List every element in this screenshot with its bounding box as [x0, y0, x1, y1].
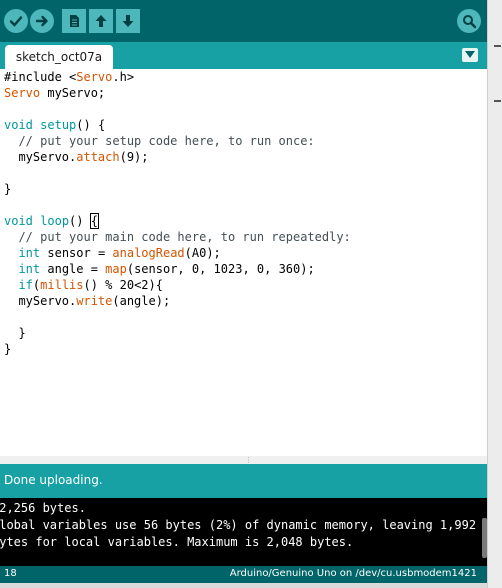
footer-bar: 18 Arduino/Genuino Uno on /dev/cu.usbmod… [0, 566, 487, 583]
code-line: int sensor = analogRead(A0); [18, 246, 221, 260]
code-editor[interactable]: #include <Servo.h> Servo myServo; void s… [0, 69, 487, 460]
console-line: 32,256 bytes. [0, 501, 86, 515]
triangle-down-icon [465, 51, 475, 58]
save-button[interactable] [116, 9, 140, 33]
new-button[interactable] [62, 9, 86, 33]
line-number: 18 [4, 568, 17, 579]
code-line: int angle = map(sensor, 0, 1023, 0, 360)… [18, 262, 315, 276]
code-line: myServo.write(angle); [4, 294, 171, 308]
toolbar [0, 0, 487, 42]
code-line: // put your main code here, to run repea… [4, 230, 351, 244]
code-line: #include <Servo.h> [4, 70, 135, 84]
tab-label: sketch_oct07a [15, 50, 103, 64]
scroll-grip-icon: ⋮ [245, 456, 252, 464]
code-line: } [4, 342, 12, 356]
tab-menu-button[interactable] [462, 48, 478, 62]
background-window-edge [487, 0, 502, 588]
background-window-edge [0, 583, 487, 588]
code-line: Servo myServo; [4, 86, 106, 100]
tab-bar: sketch_oct07a [0, 42, 487, 69]
checkmark-icon [9, 16, 23, 27]
code-line: myServo.attach(9); [4, 150, 149, 164]
editor-scrollbar[interactable]: ⋮ [0, 456, 487, 464]
code-line: void setup() { [4, 118, 106, 132]
code-line: if(millis() % 20<2){ [18, 278, 163, 292]
code-line: } [4, 326, 26, 340]
open-button[interactable] [89, 9, 113, 33]
code-line: void loop() { [4, 213, 100, 229]
arrow-up-icon [95, 15, 107, 27]
magnifier-icon [463, 15, 477, 29]
status-message: Done uploading. [4, 473, 103, 487]
console-output[interactable]: 32,256 bytes. Global variables use 56 by… [0, 498, 487, 566]
upload-button[interactable] [30, 9, 54, 33]
edge-mark [494, 45, 501, 47]
arrow-down-icon [122, 15, 134, 27]
console-line: Global variables use 56 bytes (2%) of dy… [0, 518, 477, 532]
edge-mark [494, 100, 501, 102]
arrow-right-icon [35, 15, 48, 27]
console-scrollbar[interactable] [482, 518, 487, 558]
tab-sketch[interactable]: sketch_oct07a [5, 45, 113, 69]
code-line: } [4, 182, 12, 196]
code-line: // put your setup code here, to run once… [4, 134, 315, 148]
verify-button[interactable] [4, 9, 28, 33]
serial-monitor-button[interactable] [457, 9, 481, 33]
board-info: Arduino/Genuino Uno on /dev/cu.usbmodem1… [229, 568, 477, 579]
document-icon [70, 15, 79, 27]
status-bar: Done uploading. [0, 464, 487, 498]
console-line: bytes for local variables. Maximum is 2,… [0, 535, 354, 549]
